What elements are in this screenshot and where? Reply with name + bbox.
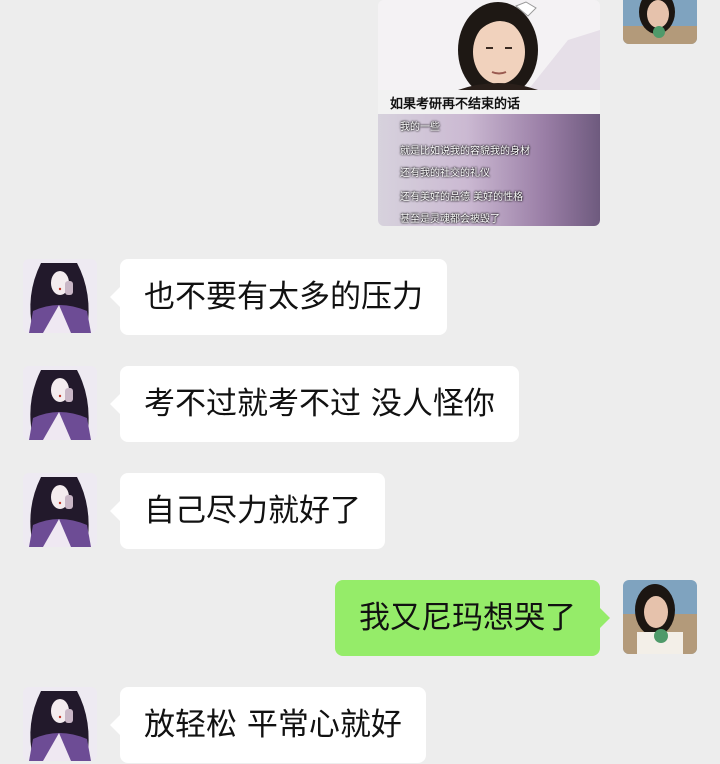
- contact-avatar[interactable]: [23, 687, 97, 761]
- message-bubble[interactable]: 也不要有太多的压力: [110, 259, 447, 335]
- meme-line: 就是比如说我的容貌我的身材: [400, 146, 530, 157]
- message-bubble[interactable]: 我又尼玛想哭了: [335, 580, 610, 656]
- meme-line: 还有美好的品德 美好的性格: [400, 192, 524, 203]
- meme-subtitle-strip: 我的一些 就是比如说我的容貌我的身材 还有我的社交的礼仪 还有美好的品德 美好的…: [378, 114, 600, 226]
- message-bubble[interactable]: 放轻松 平常心就好: [110, 687, 426, 763]
- image-message[interactable]: 如果考研再不结束的话 我的一些 就是比如说我的容貌我的身材 还有我的社交的礼仪 …: [378, 0, 600, 226]
- meme-line: 甚至是灵魂都会被毁了: [400, 214, 500, 225]
- meme-photo: [378, 0, 600, 90]
- meme-title: 如果考研再不结束的话: [390, 97, 521, 112]
- contact-avatar[interactable]: [23, 473, 97, 547]
- self-avatar[interactable]: [623, 0, 697, 44]
- contact-avatar[interactable]: [23, 366, 97, 440]
- chat-conversation: 如果考研再不结束的话 我的一些 就是比如说我的容貌我的身材 还有我的社交的礼仪 …: [0, 0, 720, 764]
- meme-line: 我的一些: [400, 122, 440, 133]
- contact-avatar[interactable]: [23, 259, 97, 333]
- meme-line: 还有我的社交的礼仪: [400, 168, 490, 179]
- message-bubble[interactable]: 自己尽力就好了: [110, 473, 385, 549]
- self-avatar[interactable]: [623, 580, 697, 654]
- message-bubble[interactable]: 考不过就考不过 没人怪你: [110, 366, 519, 442]
